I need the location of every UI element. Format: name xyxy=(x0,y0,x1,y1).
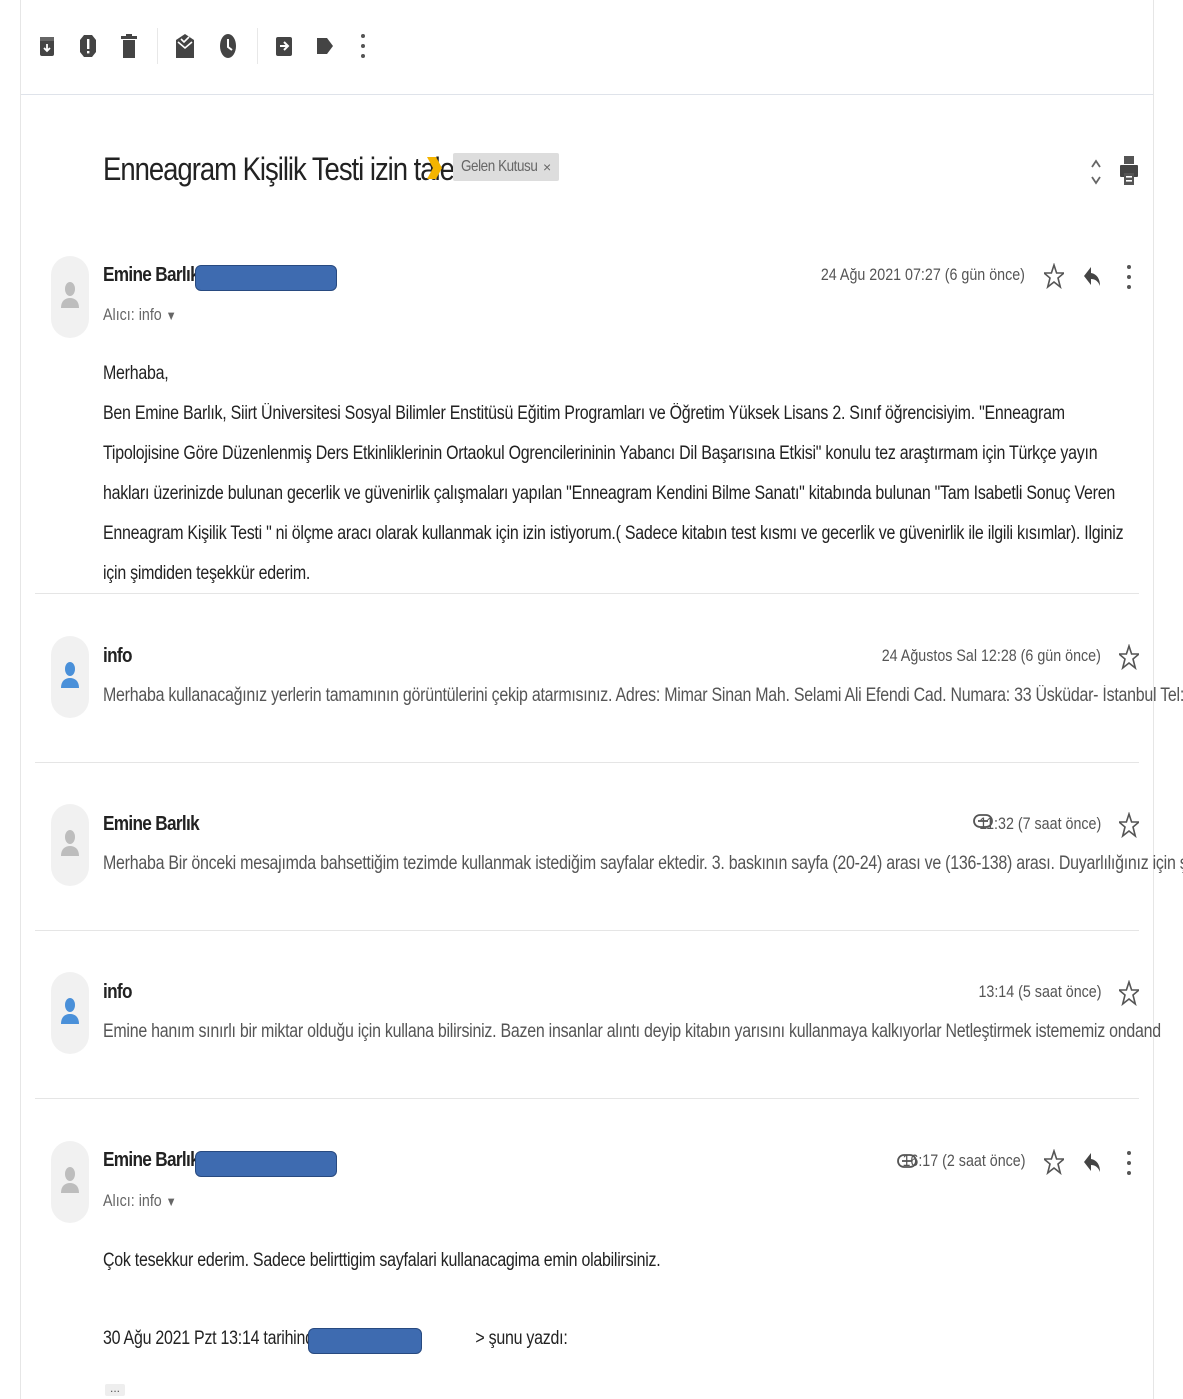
avatar xyxy=(51,804,89,886)
message-snippet[interactable]: Emine hanım sınırlı bir miktar olduğu iç… xyxy=(103,1021,1161,1043)
delete-icon[interactable] xyxy=(119,30,139,62)
snooze-icon[interactable] xyxy=(218,30,238,62)
redacted-email xyxy=(308,1328,422,1354)
more-vert-icon[interactable] xyxy=(1117,262,1141,292)
mark-unread-icon[interactable] xyxy=(175,30,195,62)
avatar xyxy=(51,1141,89,1223)
star-icon[interactable] xyxy=(1117,812,1141,838)
more-vert-icon[interactable] xyxy=(1117,1148,1141,1178)
avatar xyxy=(51,636,89,718)
recipient-line[interactable]: Alıcı: info ▼ xyxy=(103,1191,177,1211)
print-icon[interactable] xyxy=(1117,154,1141,188)
reply-icon[interactable] xyxy=(1080,1150,1104,1174)
star-icon[interactable] xyxy=(1117,644,1141,670)
move-to-icon[interactable] xyxy=(274,30,294,62)
message-snippet[interactable]: Merhaba kullanacağınız yerlerin tamamını… xyxy=(103,685,1183,707)
reply-icon[interactable] xyxy=(1080,264,1104,288)
redacted-email xyxy=(195,1151,337,1177)
more-vert-icon[interactable] xyxy=(353,30,373,62)
message-snippet[interactable]: Merhaba Bir önceki mesajımda bahsettiğim… xyxy=(103,853,1183,875)
label-chip-text: Gelen Kutusu xyxy=(461,158,538,175)
sender-name: Emine Barlık< xyxy=(103,264,209,286)
toolbar xyxy=(21,0,1153,95)
report-spam-icon[interactable] xyxy=(78,30,98,62)
avatar xyxy=(51,256,89,338)
subject-title: Enneagram Kişilik Testi izin talebi xyxy=(103,150,474,187)
email-view: Enneagram Kişilik Testi izin talebi Gele… xyxy=(20,0,1183,1399)
expand-all-icon[interactable] xyxy=(1084,157,1108,187)
message-date: 24 Ağustos Sal 12:28 (6 gün önce) xyxy=(881,646,1101,665)
archive-icon[interactable] xyxy=(37,30,57,62)
importance-marker-icon[interactable] xyxy=(425,155,443,186)
show-trimmed-content-button[interactable]: ... xyxy=(105,1382,125,1396)
sender-name: info xyxy=(103,981,132,1003)
star-icon[interactable] xyxy=(1042,1149,1066,1175)
star-icon[interactable] xyxy=(1042,263,1066,289)
star-icon[interactable] xyxy=(1117,980,1141,1006)
message-body: Ben Emine Barlık, Siirt Üniversitesi Sos… xyxy=(103,403,1124,584)
message-date: 16:17 (2 saat önce) xyxy=(901,1151,1025,1170)
label-chip[interactable]: Gelen Kutusu × xyxy=(445,153,559,181)
label-remove-icon[interactable]: × xyxy=(543,159,551,175)
redacted-email xyxy=(195,265,337,291)
avatar xyxy=(51,972,89,1054)
message-body: Çok tesekkur ederim. Sadece belirttigim … xyxy=(103,1250,661,1271)
sender-name: info xyxy=(103,645,132,667)
sender-name: Emine Barlık xyxy=(103,813,200,835)
message-date: 13:14 (5 saat önce) xyxy=(977,982,1101,1001)
sender-name: Emine Barlık< xyxy=(103,1149,209,1171)
recipient-line[interactable]: Alıcı: info ▼ xyxy=(103,305,177,325)
label-icon[interactable] xyxy=(315,30,335,62)
message-date: 11:32 (7 saat önce) xyxy=(979,814,1101,833)
message-date: 24 Ağu 2021 07:27 (6 gün önce) xyxy=(820,265,1025,284)
message-greeting: Merhaba, xyxy=(103,363,169,384)
